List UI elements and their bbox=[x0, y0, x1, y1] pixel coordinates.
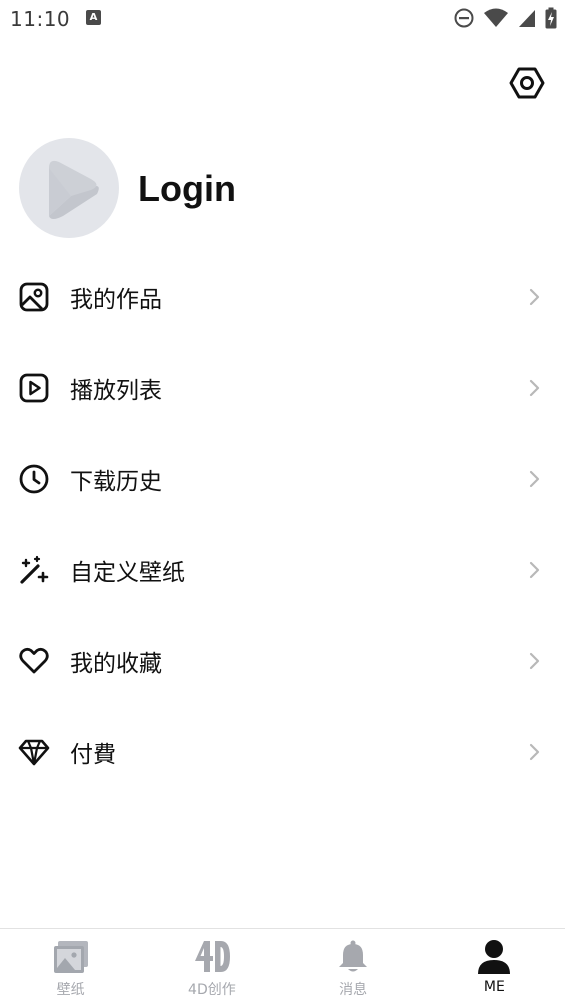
status-bar: 11:10 A bbox=[0, 0, 565, 38]
menu-item-custom-wallpaper[interactable]: 自定义壁纸 bbox=[0, 524, 565, 615]
menu-item-label: 付費 bbox=[70, 741, 116, 768]
chevron-right-icon bbox=[529, 743, 540, 760]
bottom-nav: 壁纸 4D创作 消息 ME bbox=[0, 928, 565, 1004]
nav-label: 消息 bbox=[339, 982, 368, 998]
diamond-icon bbox=[18, 736, 50, 768]
nav-label: 4D创作 bbox=[188, 982, 236, 998]
chevron-right-icon bbox=[529, 288, 540, 305]
menu-item-label: 我的收藏 bbox=[70, 650, 162, 677]
bell-icon bbox=[333, 937, 373, 977]
settings-button[interactable] bbox=[507, 63, 547, 103]
magic-wand-icon bbox=[18, 554, 50, 586]
chevron-right-icon bbox=[529, 470, 540, 487]
menu-item-favorites[interactable]: 我的收藏 bbox=[0, 615, 565, 706]
nav-label: 壁纸 bbox=[56, 982, 85, 998]
person-icon bbox=[474, 937, 514, 977]
menu-item-download-history[interactable]: 下载历史 bbox=[0, 433, 565, 524]
status-time: 11:10 bbox=[10, 7, 71, 31]
menu-list: 我的作品 播放列表 下载历史 自定义壁纸 我的收藏 付費 bbox=[0, 251, 565, 797]
wifi-icon bbox=[484, 8, 508, 27]
image-icon bbox=[18, 281, 50, 313]
chevron-right-icon bbox=[529, 561, 540, 578]
heart-icon bbox=[18, 645, 50, 677]
menu-item-label: 我的作品 bbox=[70, 286, 162, 313]
menu-item-my-works[interactable]: 我的作品 bbox=[0, 251, 565, 342]
battery-charging-icon bbox=[545, 7, 557, 29]
play-logo-icon bbox=[49, 160, 99, 219]
cellular-signal-icon bbox=[519, 10, 535, 27]
menu-item-label: 下载历史 bbox=[70, 468, 162, 495]
nav-tab-4d-create[interactable]: 4D创作 bbox=[141, 929, 282, 1004]
nav-tab-me[interactable]: ME bbox=[424, 929, 565, 1004]
menu-item-payment[interactable]: 付費 bbox=[0, 706, 565, 797]
chevron-right-icon bbox=[529, 652, 540, 669]
avatar[interactable] bbox=[19, 138, 119, 238]
nav-tab-wallpaper[interactable]: 壁纸 bbox=[0, 929, 141, 1004]
me-screen: 11:10 A Login 我的作品 播放列表 下载历史 自定义壁纸 我的收藏 … bbox=[0, 0, 565, 1004]
clock-icon bbox=[18, 463, 50, 495]
hexagon-settings-icon bbox=[509, 67, 545, 99]
nav-label: ME bbox=[483, 979, 505, 995]
chevron-right-icon bbox=[529, 379, 540, 396]
menu-item-label: 自定义壁纸 bbox=[70, 559, 185, 586]
menu-item-label: 播放列表 bbox=[70, 377, 162, 404]
play-square-icon bbox=[18, 372, 50, 404]
status-icons bbox=[453, 7, 557, 29]
notification-a-icon: A bbox=[86, 10, 101, 25]
login-button[interactable]: Login bbox=[138, 168, 236, 210]
nav-tab-messages[interactable]: 消息 bbox=[283, 929, 424, 1004]
menu-item-playlist[interactable]: 播放列表 bbox=[0, 342, 565, 433]
do-not-disturb-icon bbox=[454, 8, 474, 28]
4d-icon bbox=[192, 937, 232, 977]
wallpaper-icon bbox=[51, 937, 91, 977]
